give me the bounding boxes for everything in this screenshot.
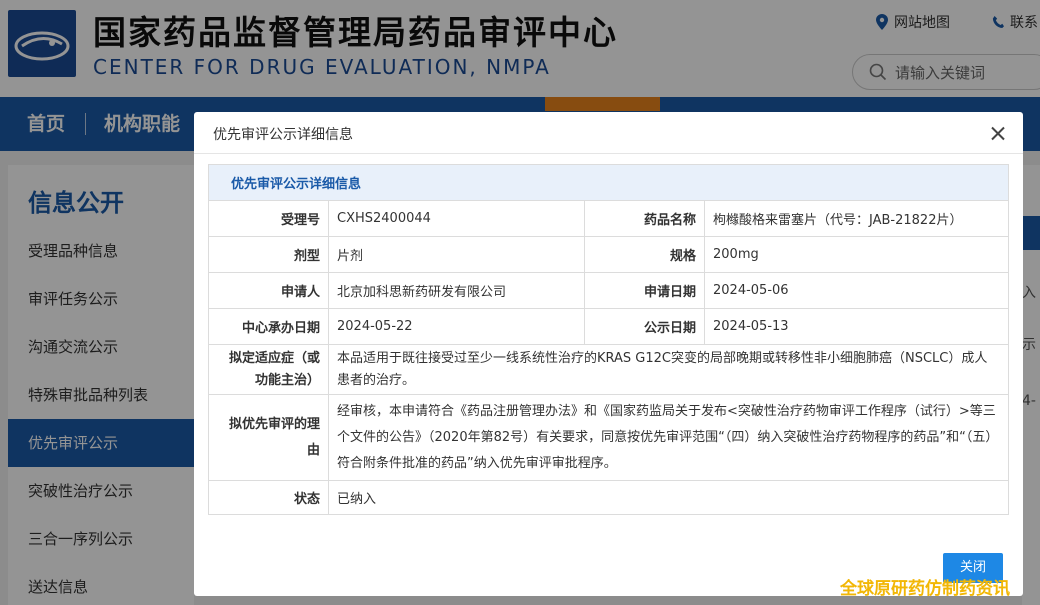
field-label: 公示日期 bbox=[584, 308, 705, 345]
table-row: 受理号 CXHS2400044 药品名称 枸橼酸格来雷塞片（代号：JAB-218… bbox=[208, 200, 1010, 237]
table-row: 状态 已纳入 bbox=[208, 480, 1010, 515]
publish-date-value: 2024-05-13 bbox=[703, 308, 1010, 345]
field-label: 申请人 bbox=[208, 272, 329, 309]
field-label: 拟优先审评的理由 bbox=[208, 394, 329, 481]
table-caption: 优先审评公示详细信息 bbox=[207, 164, 1010, 201]
field-label: 剂型 bbox=[208, 236, 329, 273]
drug-name-value: 枸橼酸格来雷塞片（代号：JAB-21822片） bbox=[703, 200, 1010, 237]
field-label: 药品名称 bbox=[584, 200, 705, 237]
watermark: 全球原研药仿制药资讯 bbox=[840, 579, 1010, 599]
table-row: 拟优先审评的理由 经审核，本申请符合《药品注册管理办法》和《国家药监局关于发布<… bbox=[208, 394, 1010, 481]
indication-value: 本品适用于既往接受过至少一线系统性治疗的KRAS G12C突变的局部晚期或转移性… bbox=[327, 344, 1010, 395]
status-value: 已纳入 bbox=[327, 480, 1010, 515]
field-label: 拟定适应症（或功能主治） bbox=[208, 344, 329, 395]
detail-modal: 优先审评公示详细信息 优先审评公示详细信息 受理号 CXHS2400044 药品… bbox=[194, 112, 1023, 596]
field-label: 中心承办日期 bbox=[208, 308, 329, 345]
detail-table: 优先审评公示详细信息 受理号 CXHS2400044 药品名称 枸橼酸格来雷塞片… bbox=[207, 164, 1010, 515]
spec-value: 200mg bbox=[703, 236, 1010, 273]
field-label: 申请日期 bbox=[584, 272, 705, 309]
reason-value: 经审核，本申请符合《药品注册管理办法》和《国家药监局关于发布<突破性治疗药物审评… bbox=[327, 394, 1010, 481]
dosage-form-value: 片剂 bbox=[328, 236, 585, 273]
modal-title: 优先审评公示详细信息 bbox=[213, 127, 353, 143]
field-label: 状态 bbox=[208, 480, 329, 515]
table-row: 剂型 片剂 规格 200mg bbox=[208, 236, 1010, 273]
close-icon[interactable] bbox=[988, 124, 1008, 144]
modal-header: 优先审评公示详细信息 bbox=[194, 112, 1023, 154]
field-label: 规格 bbox=[584, 236, 705, 273]
accept-no-value: CXHS2400044 bbox=[328, 200, 585, 237]
apply-date-value: 2024-05-06 bbox=[703, 272, 1010, 309]
table-row: 中心承办日期 2024-05-22 公示日期 2024-05-13 bbox=[208, 308, 1010, 345]
field-label: 受理号 bbox=[208, 200, 329, 237]
table-row: 申请人 北京加科思新药研发有限公司 申请日期 2024-05-06 bbox=[208, 272, 1010, 309]
center-date-value: 2024-05-22 bbox=[328, 308, 585, 345]
table-caption-row: 优先审评公示详细信息 bbox=[207, 164, 1010, 201]
table-row: 拟定适应症（或功能主治） 本品适用于既往接受过至少一线系统性治疗的KRAS G1… bbox=[208, 344, 1010, 395]
applicant-value: 北京加科思新药研发有限公司 bbox=[328, 272, 585, 309]
